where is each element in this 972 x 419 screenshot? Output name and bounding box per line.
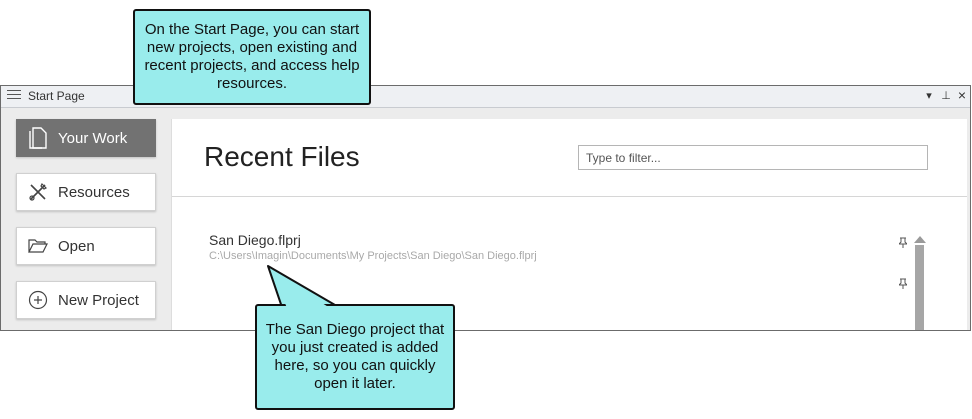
callout-pointer-cover [272, 272, 330, 308]
